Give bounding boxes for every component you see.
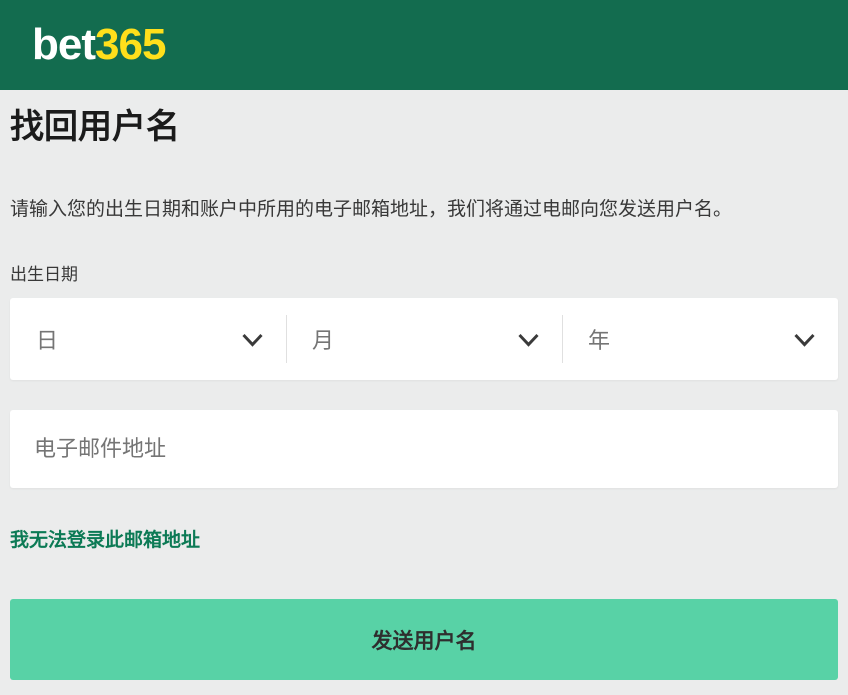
month-select-value: 月: [312, 323, 334, 355]
logo-text-365: 365: [95, 20, 165, 69]
chevron-down-icon: [239, 326, 266, 353]
day-select[interactable]: 日: [10, 298, 286, 380]
top-header-bar: bet365: [0, 0, 848, 90]
send-username-button[interactable]: 发送用户名: [10, 599, 838, 680]
cannot-access-email-link[interactable]: 我无法登录此邮箱地址: [10, 531, 200, 551]
year-select[interactable]: 年: [562, 298, 838, 380]
bet365-logo[interactable]: bet365: [32, 23, 165, 67]
year-select-value: 年: [588, 323, 610, 355]
day-select-value: 日: [36, 323, 58, 355]
date-of-birth-label: 出生日期: [10, 265, 838, 285]
logo-text-bet: bet: [32, 20, 95, 69]
chevron-down-icon: [515, 326, 542, 353]
email-row: [10, 410, 838, 488]
email-input[interactable]: [10, 410, 838, 488]
month-select[interactable]: 月: [286, 298, 562, 380]
page-title: 找回用户名: [10, 107, 838, 147]
date-of-birth-selects: 日 月 年: [10, 298, 838, 380]
chevron-down-icon: [791, 326, 818, 353]
recover-username-form: 找回用户名 请输入您的出生日期和账户中所用的电子邮箱地址，我们将通过电邮向您发送…: [0, 107, 848, 680]
instruction-text: 请输入您的出生日期和账户中所用的电子邮箱地址，我们将通过电邮向您发送用户名。: [10, 199, 838, 221]
